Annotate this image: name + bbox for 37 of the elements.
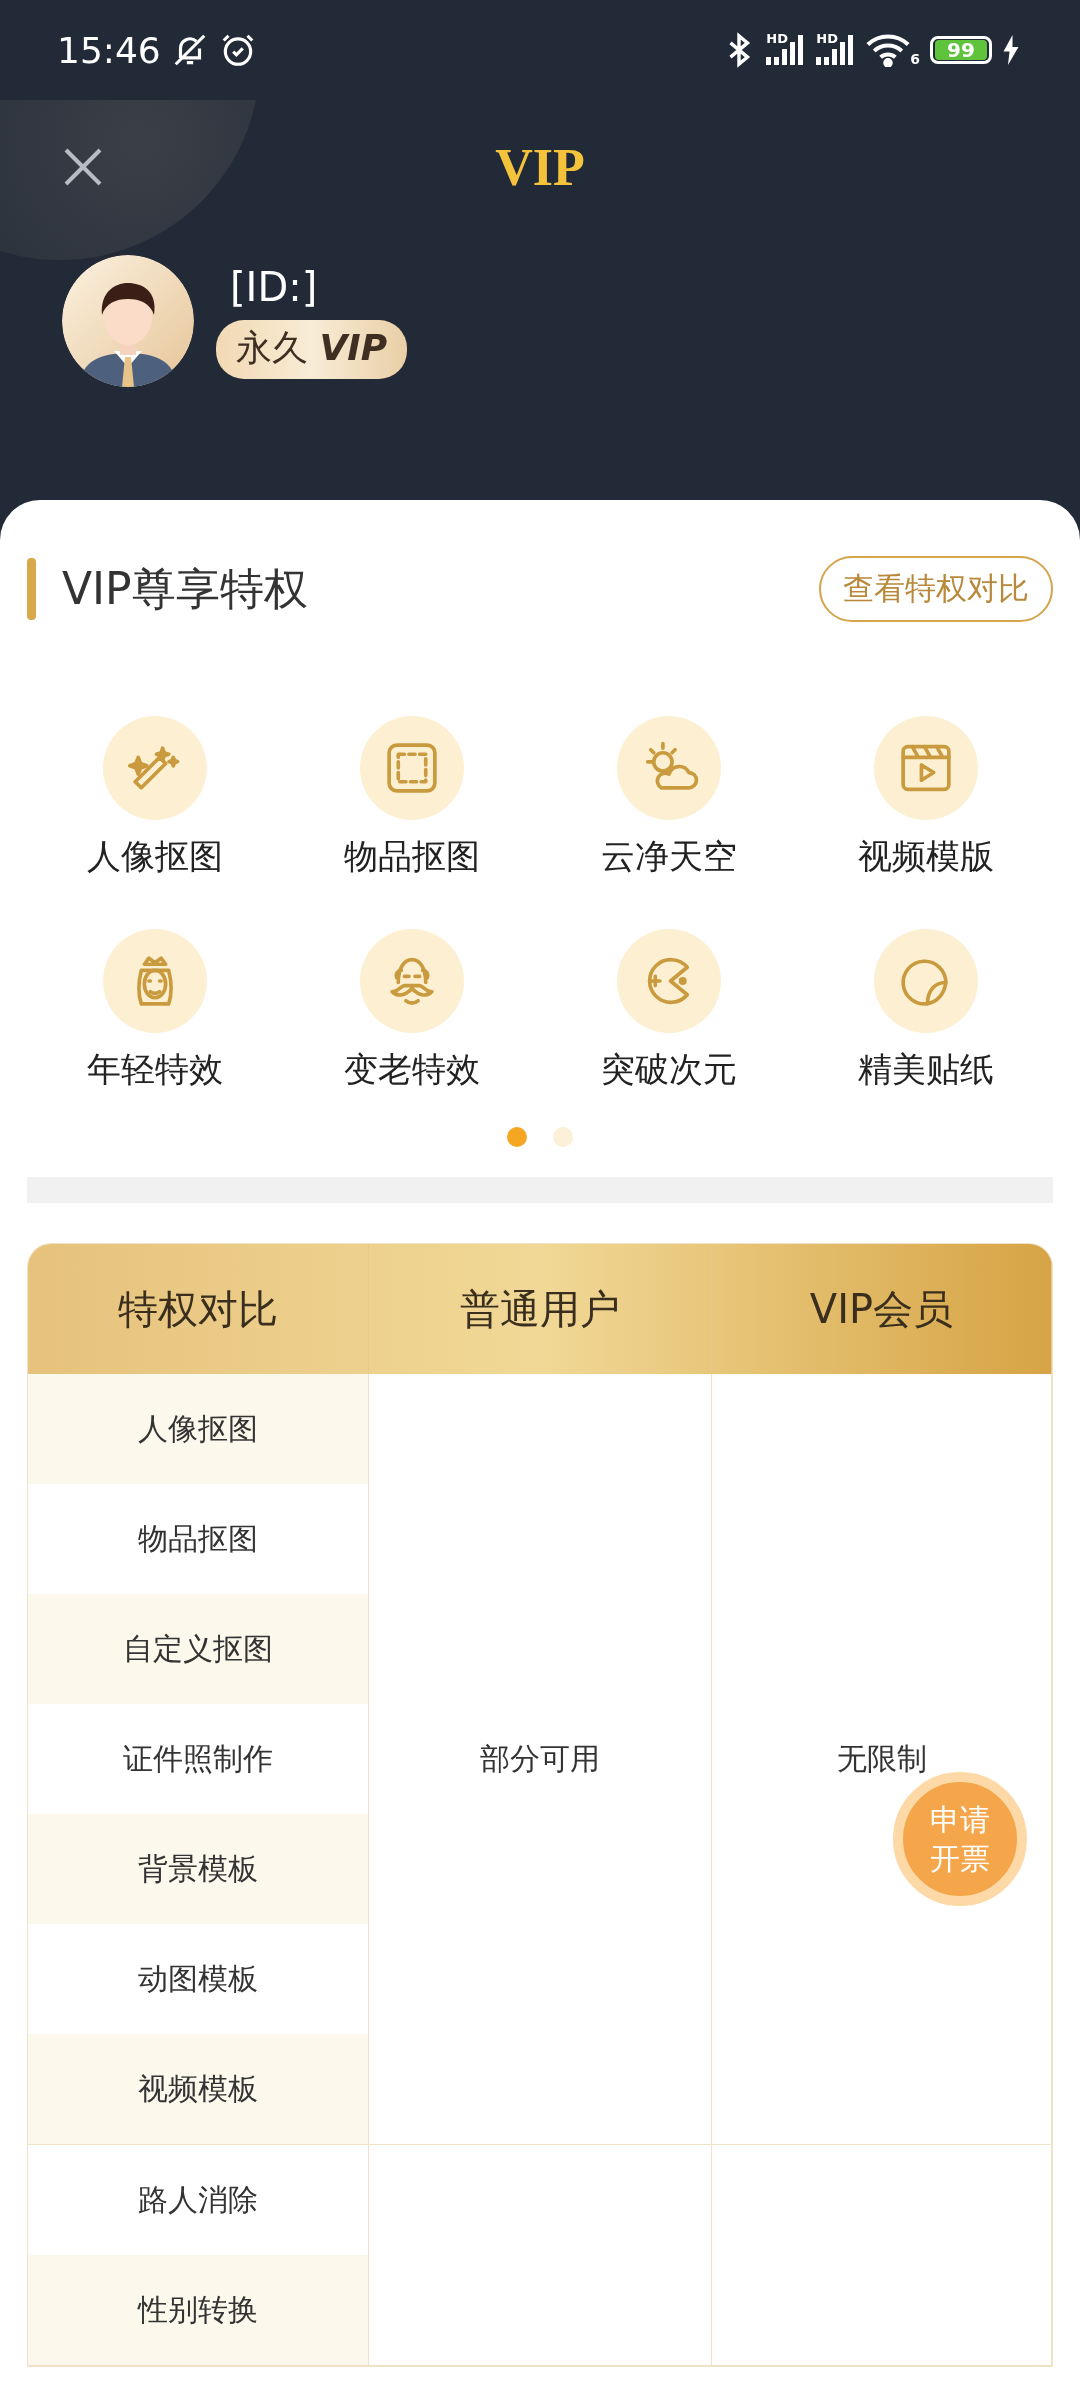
- section-marker: [27, 558, 36, 620]
- page-dot[interactable]: [507, 1127, 527, 1147]
- battery-level: 99: [935, 40, 987, 60]
- feature-label: 精美贴纸: [857, 1048, 994, 1091]
- feature-cell-text: 动图模板: [137, 1959, 259, 1998]
- feature-label: 人像抠图: [86, 835, 223, 878]
- close-button[interactable]: [62, 146, 104, 188]
- feature-cell-text: 证件照制作: [122, 1739, 274, 1778]
- wifi-label: 6: [910, 51, 920, 67]
- feature-cell: 自定义抠图: [28, 1594, 368, 1704]
- feature-label: 突破次元: [600, 1048, 737, 1091]
- invoice-button[interactable]: 申请开票: [893, 1772, 1027, 1906]
- wifi-icon: [866, 33, 911, 67]
- column-header: 普通用户: [369, 1244, 712, 1374]
- feature-label: 变老特效: [343, 1048, 480, 1091]
- feature-cell-text: 路人消除: [137, 2180, 259, 2219]
- compare-button[interactable]: 查看特权对比: [819, 556, 1053, 622]
- feature-label: 视频模版: [857, 835, 994, 878]
- feature-cell: 性别转换: [28, 2255, 368, 2365]
- feature-label: 物品抠图: [343, 835, 480, 878]
- page-dot[interactable]: [553, 1127, 573, 1147]
- vip-badge: 永久 VIP: [216, 319, 408, 379]
- column-header: VIP会员: [712, 1244, 1052, 1374]
- signal-label: HD: [816, 31, 838, 46]
- feature-cell-text: 物品抠图: [137, 1519, 259, 1558]
- feature-cell: 人像抠图: [28, 1374, 368, 1484]
- feature-label: 云净天空: [600, 835, 737, 878]
- feature-cell: 视频模板: [28, 2034, 368, 2144]
- section-title: VIP尊享特权: [62, 561, 308, 616]
- user-id: [ID:]: [230, 263, 318, 310]
- feature-label: 年轻特效: [86, 1048, 223, 1091]
- charging-icon: [1002, 35, 1020, 65]
- clock-time: 15:46: [57, 29, 161, 71]
- table-cell: 部分可用: [369, 1374, 712, 2144]
- feature-cell: 背景模板: [28, 1814, 368, 1924]
- page-title: VIP: [495, 138, 585, 197]
- signal-label: HD: [766, 31, 788, 46]
